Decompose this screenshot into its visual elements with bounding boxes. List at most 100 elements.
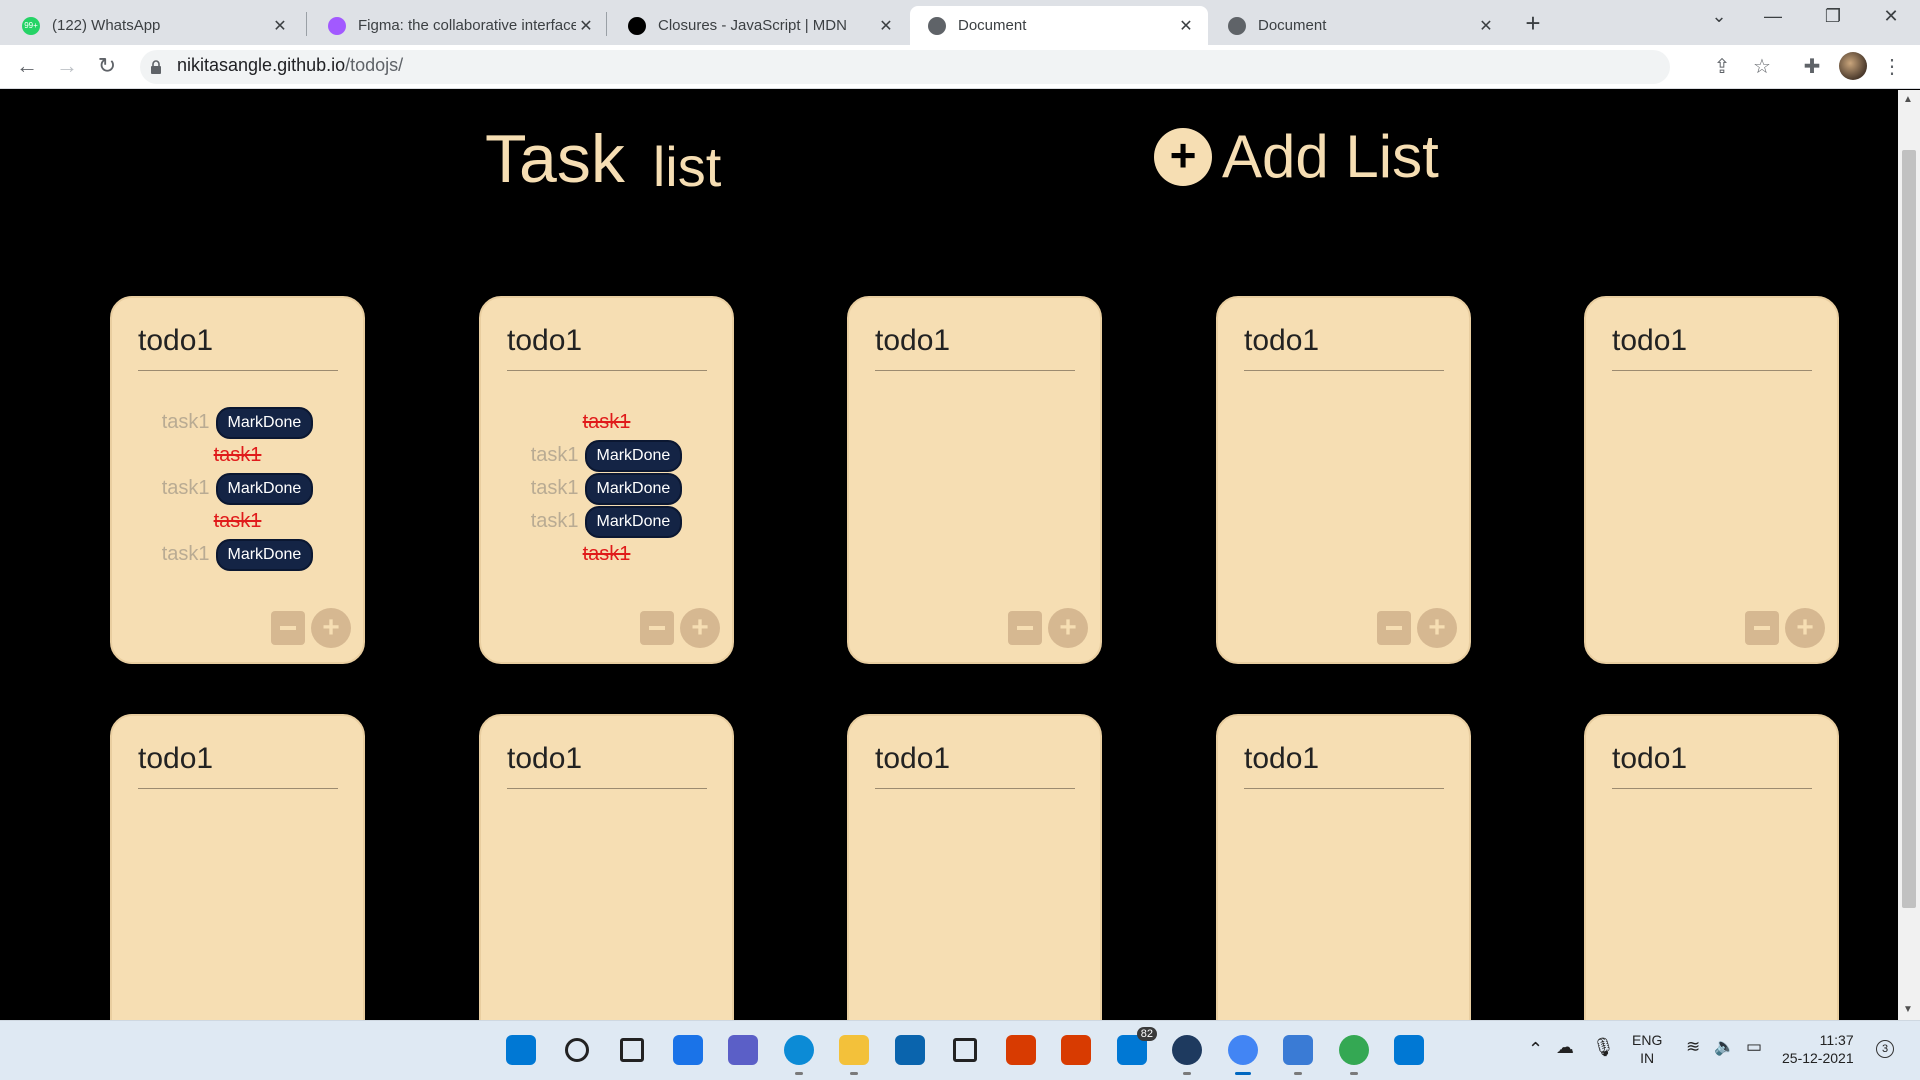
close-window-button[interactable]: ✕ <box>1868 6 1914 27</box>
todo-card: todo1 + <box>1584 296 1839 664</box>
minimize-button[interactable]: — <box>1750 6 1796 27</box>
todo-card-title: todo1 <box>138 324 214 357</box>
start-icon-glyph <box>506 1035 536 1065</box>
alexa-icon[interactable] <box>1168 1031 1206 1075</box>
url-host: nikitasangle.github.io <box>177 55 346 75</box>
clock-time: 11:37 <box>1819 1032 1854 1048</box>
url-path: /todojs/ <box>345 55 404 75</box>
file-explorer-icon-glyph <box>839 1035 869 1065</box>
add-list-button[interactable]: + Add List <box>1154 122 1439 191</box>
microphone-icon[interactable]: 🎙 <box>1592 1037 1615 1058</box>
volume-icon[interactable]: 🔈 <box>1714 1037 1735 1057</box>
tab-close-icon[interactable]: ✕ <box>1176 16 1196 36</box>
file-explorer-icon[interactable] <box>835 1031 873 1075</box>
add-circle-icon[interactable]: + <box>1154 127 1212 186</box>
remove-task-button[interactable] <box>1377 611 1411 645</box>
browser-tab[interactable]: 99+ (122) WhatsApp ✕ <box>4 6 302 45</box>
todo-card-divider <box>875 370 1075 371</box>
task-view-icon[interactable] <box>613 1031 651 1069</box>
tab-close-icon[interactable]: ✕ <box>270 16 290 36</box>
add-task-button[interactable]: + <box>311 608 351 648</box>
card-controls: + <box>1745 608 1825 648</box>
tab-close-icon[interactable]: ✕ <box>576 16 596 36</box>
search-icon-glyph <box>565 1038 589 1062</box>
add-task-button[interactable]: + <box>1785 608 1825 648</box>
task-name-done: task1 <box>213 510 262 532</box>
remove-task-button[interactable] <box>1008 611 1042 645</box>
task-item: task1 <box>583 538 631 571</box>
dropbox-icon[interactable] <box>946 1031 984 1069</box>
remove-task-button[interactable] <box>640 611 674 645</box>
profile-avatar[interactable] <box>1839 52 1867 80</box>
tab-separator <box>306 12 307 36</box>
back-button[interactable]: ← <box>12 53 42 79</box>
reload-button[interactable]: ↻ <box>92 53 122 79</box>
extensions-puzzle-icon[interactable]: ✚ <box>1798 54 1826 79</box>
chrome-icon[interactable] <box>1224 1031 1262 1075</box>
clock[interactable]: 11:37 25-12-2021 <box>1782 1031 1854 1067</box>
scroll-up-arrow-icon[interactable]: ▲ <box>1903 94 1913 105</box>
url-text[interactable]: nikitasangle.github.io/todojs/ <box>177 55 403 76</box>
vscode-icon[interactable] <box>1390 1031 1428 1069</box>
menu-kebab-icon[interactable]: ⋮ <box>1878 54 1906 79</box>
scrollbar-thumb[interactable] <box>1902 150 1916 908</box>
mark-done-button[interactable]: MarkDone <box>215 538 314 571</box>
tab-close-icon[interactable]: ✕ <box>876 16 896 36</box>
maximize-button[interactable]: ❐ <box>1810 6 1856 27</box>
task-item: task1 <box>214 439 262 472</box>
mark-done-button[interactable]: MarkDone <box>584 472 683 505</box>
clock-date: 25-12-2021 <box>1782 1050 1854 1066</box>
office-icon[interactable] <box>1002 1031 1040 1069</box>
mail-icon[interactable] <box>891 1031 929 1069</box>
add-task-button[interactable]: + <box>1417 608 1457 648</box>
running-indicator <box>1294 1072 1302 1075</box>
chrome-profile-icon[interactable] <box>1335 1031 1373 1075</box>
start-icon[interactable] <box>502 1031 540 1069</box>
lock-icon[interactable] <box>150 60 162 74</box>
wifi-icon[interactable]: ≋ <box>1686 1037 1700 1057</box>
share-icon[interactable]: ⇪ <box>1708 54 1736 79</box>
tab-separator <box>606 12 607 36</box>
remove-task-button[interactable] <box>271 611 305 645</box>
onedrive-icon[interactable]: ☁ <box>1556 1037 1574 1058</box>
chat-icon[interactable] <box>724 1031 762 1069</box>
tab-title: Document <box>1258 17 1327 34</box>
running-indicator <box>1183 1072 1191 1075</box>
tab-close-icon[interactable]: ✕ <box>1476 16 1496 36</box>
todo-card: todo1 <box>479 714 734 1020</box>
tab-search-chevron-icon[interactable]: ⌄ <box>1696 6 1742 27</box>
card-controls: + <box>1377 608 1457 648</box>
widgets-icon[interactable] <box>669 1031 707 1069</box>
scroll-down-arrow-icon[interactable]: ▼ <box>1903 1004 1913 1015</box>
notepad-icon[interactable] <box>1279 1031 1317 1075</box>
tray-overflow-icon[interactable]: ⌃ <box>1528 1039 1543 1060</box>
store-icon[interactable]: 82 <box>1113 1027 1157 1069</box>
search-icon[interactable] <box>558 1031 596 1069</box>
mark-done-button[interactable]: MarkDone <box>584 505 683 538</box>
edge-icon[interactable] <box>780 1031 818 1075</box>
alexa-icon-glyph <box>1172 1035 1202 1065</box>
mark-done-button[interactable]: MarkDone <box>215 406 314 439</box>
forward-button[interactable]: → <box>52 53 82 79</box>
todo-card-divider <box>1244 788 1444 789</box>
notification-badge[interactable]: 3 <box>1876 1040 1894 1058</box>
add-task-button[interactable]: + <box>680 608 720 648</box>
new-tab-button[interactable]: + <box>1518 8 1548 39</box>
office-icon-2[interactable] <box>1057 1031 1095 1069</box>
app-badge: 82 <box>1136 1027 1157 1041</box>
chat-icon-glyph <box>728 1035 758 1065</box>
bookmark-star-icon[interactable]: ☆ <box>1748 54 1776 79</box>
mark-done-button[interactable]: MarkDone <box>584 439 683 472</box>
battery-icon[interactable]: ▭ <box>1746 1037 1762 1057</box>
task-name: task1 <box>161 543 210 565</box>
browser-tab[interactable]: Document ✕ <box>1210 6 1508 45</box>
todo-card-title: todo1 <box>1612 324 1688 357</box>
browser-tab[interactable]: Figma: the collaborative interface ✕ <box>310 6 608 45</box>
browser-tab[interactable]: Closures - JavaScript | MDN ✕ <box>610 6 908 45</box>
language-indicator[interactable]: ENG IN <box>1632 1031 1662 1067</box>
mark-done-button[interactable]: MarkDone <box>215 472 314 505</box>
add-task-button[interactable]: + <box>1048 608 1088 648</box>
remove-task-button[interactable] <box>1745 611 1779 645</box>
task-item: task1 <box>214 505 262 538</box>
browser-tab[interactable]: Document ✕ <box>910 6 1208 45</box>
